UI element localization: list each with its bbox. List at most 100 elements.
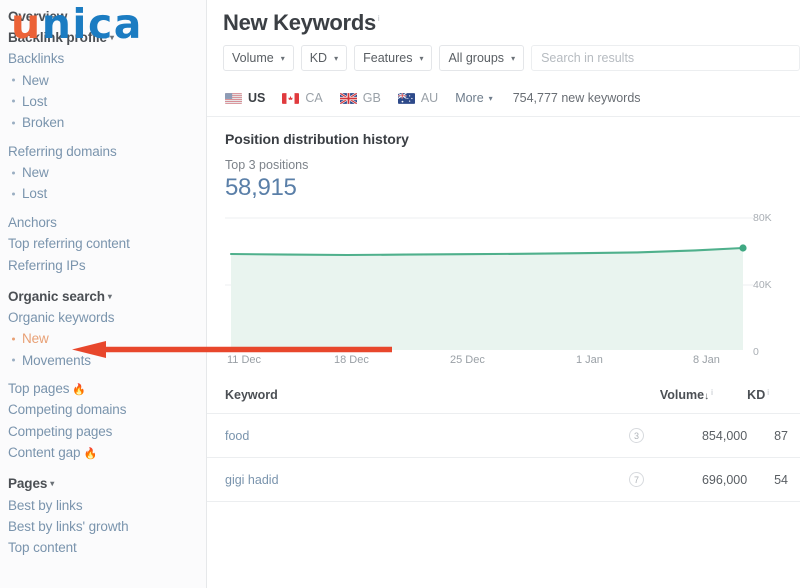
sidebar-item-organic-keywords[interactable]: Organic keywords [6, 307, 206, 328]
sidebar-item-competing-pages[interactable]: Competing pages [6, 421, 206, 442]
spacer [6, 463, 206, 473]
bullet-icon [12, 100, 15, 103]
search-placeholder-text: Search in results [541, 51, 634, 65]
sidebar-section-backlink-profile-label: Backlink profile [8, 30, 107, 45]
chevron-down-icon: ▾ [281, 54, 285, 63]
sidebar-section-backlink-profile[interactable]: Backlink profile▾ [6, 27, 206, 48]
sidebar-item-backlinks-broken-label: Broken [22, 115, 64, 130]
info-icon: i [711, 388, 713, 397]
sidebar-section-organic-search[interactable]: Organic search▾ [6, 286, 206, 307]
sidebar-item-referring-domains[interactable]: Referring domains [6, 141, 206, 162]
sidebar-item-overview-label: Overview [8, 9, 67, 24]
flag-au-icon [398, 93, 415, 104]
sidebar-section-pages[interactable]: Pages▾ [6, 473, 206, 494]
country-tab-gb-label: GB [363, 91, 381, 105]
sidebar-item-best-by-links-growth[interactable]: Best by links' growth [6, 516, 206, 537]
flame-icon: 🔥 [72, 384, 86, 396]
sort-descending-icon: ↓ [704, 391, 709, 402]
y-axis-tick-0: 0 [753, 346, 787, 358]
keyword-count: 754,777 new keywords [513, 91, 641, 105]
column-header-keyword[interactable]: Keyword [207, 378, 613, 414]
sidebar-item-top-content-label: Top content [8, 540, 77, 555]
cell-volume: 696,000 [660, 458, 747, 502]
sidebar-item-best-by-links-label: Best by links [8, 498, 82, 513]
sidebar-item-content-gap-label: Content gap [8, 445, 80, 460]
country-tab-au[interactable]: AU [398, 91, 455, 105]
info-icon: i [378, 14, 379, 23]
spacer [6, 205, 206, 212]
sidebar-item-backlinks[interactable]: Backlinks [6, 48, 206, 69]
sidebar-item-backlinks-new[interactable]: New [6, 69, 206, 90]
chart-panel: Position distribution history Top 3 posi… [207, 117, 800, 368]
sidebar-section-pages-label: Pages [8, 476, 47, 491]
sidebar-item-refdomains-new[interactable]: New [6, 162, 206, 183]
spacer [6, 134, 206, 141]
chart-metric-value: 58,915 [225, 174, 800, 202]
column-header-volume[interactable]: Volume↓i [660, 378, 747, 414]
column-header-kd[interactable]: KDi [747, 378, 800, 414]
sidebar-item-top-pages[interactable]: Top pages🔥 [6, 378, 206, 399]
filter-all-groups-label: All groups [448, 51, 504, 65]
flag-gb-icon [340, 93, 357, 104]
chevron-down-icon: ▾ [50, 479, 54, 488]
country-tab-au-label: AU [421, 91, 438, 105]
country-tab-us[interactable]: US [225, 91, 282, 105]
country-more-dropdown[interactable]: More ▾ [455, 91, 513, 105]
position-badge: 3 [629, 428, 644, 443]
country-tab-ca-label: CA [305, 91, 322, 105]
cell-volume: 854,000 [660, 414, 747, 458]
filter-all-groups-button[interactable]: All groups ▾ [439, 45, 524, 71]
keywords-table: Keyword Volume↓i KDi food 3 854,000 [207, 378, 800, 502]
country-tab-ca[interactable]: CA [282, 91, 339, 105]
sidebar-item-refdomains-lost[interactable]: Lost [6, 183, 206, 204]
sidebar-item-organic-movements[interactable]: Movements [6, 350, 206, 371]
filter-volume-button[interactable]: Volume ▾ [223, 45, 294, 71]
filter-kd-button[interactable]: KD ▾ [301, 45, 347, 71]
sidebar-item-anchors[interactable]: Anchors [6, 212, 206, 233]
cell-keyword[interactable]: food [207, 414, 613, 458]
column-header-volume-label: Volume [660, 388, 704, 402]
sidebar-item-content-gap[interactable]: Content gap🔥 [6, 442, 206, 463]
sidebar-item-best-by-links[interactable]: Best by links [6, 494, 206, 515]
sidebar-item-refdomains-lost-label: Lost [22, 186, 47, 201]
column-header-kd-label: KD [747, 388, 765, 402]
sidebar-item-backlinks-broken[interactable]: Broken [6, 112, 206, 133]
sidebar-item-organic-movements-label: Movements [22, 353, 91, 368]
sidebar-item-competing-domains-label: Competing domains [8, 402, 126, 417]
country-tab-gb[interactable]: GB [340, 91, 398, 105]
table-header-row: Keyword Volume↓i KDi [207, 378, 800, 414]
position-badge: 7 [629, 472, 644, 487]
sidebar-item-backlinks-lost[interactable]: Lost [6, 91, 206, 112]
bullet-icon [12, 192, 15, 195]
table-row[interactable]: gigi hadid 7 696,000 54 [207, 458, 800, 502]
x-axis-tick-25-dec: 25 Dec [450, 354, 485, 366]
filter-volume-label: Volume [232, 51, 274, 65]
chevron-down-icon: ▾ [108, 292, 112, 301]
filter-kd-label: KD [310, 51, 327, 65]
y-axis-tick-40k: 40K [753, 279, 787, 291]
flame-icon: 🔥 [83, 448, 97, 460]
sidebar-item-referring-ips[interactable]: Referring IPs [6, 254, 206, 275]
sidebar-item-top-pages-label: Top pages [8, 381, 69, 396]
filter-bar: Volume ▾ KD ▾ Features ▾ All groups ▾ Se… [207, 36, 800, 71]
search-input[interactable]: Search in results [531, 45, 800, 71]
sidebar-item-overview[interactable]: Overview [6, 6, 206, 27]
bullet-icon [12, 171, 15, 174]
cell-keyword[interactable]: gigi hadid [207, 458, 613, 502]
sidebar-item-top-content[interactable]: Top content [6, 537, 206, 558]
sidebar-item-competing-domains[interactable]: Competing domains [6, 399, 206, 420]
sidebar-item-refdomains-new-label: New [22, 165, 49, 180]
table-body: food 3 854,000 87 gigi hadid 7 696,000 5… [207, 414, 800, 502]
sidebar-item-organic-new-label: New [22, 331, 49, 346]
sidebar-item-top-referring-content[interactable]: Top referring content [6, 233, 206, 254]
spacer [6, 276, 206, 286]
sidebar-item-competing-pages-label: Competing pages [8, 424, 112, 439]
sidebar-item-backlinks-label: Backlinks [8, 51, 64, 66]
sidebar-item-organic-new[interactable]: New [6, 328, 206, 349]
position-distribution-chart[interactable]: 80K 40K 0 11 Dec 18 Dec 25 Dec 1 Jan 8 J… [225, 210, 787, 368]
filter-features-button[interactable]: Features ▾ [354, 45, 432, 71]
chevron-down-icon: ▾ [489, 94, 493, 103]
sidebar-section-organic-search-label: Organic search [8, 289, 105, 304]
table-row[interactable]: food 3 854,000 87 [207, 414, 800, 458]
cell-kd: 54 [747, 458, 800, 502]
